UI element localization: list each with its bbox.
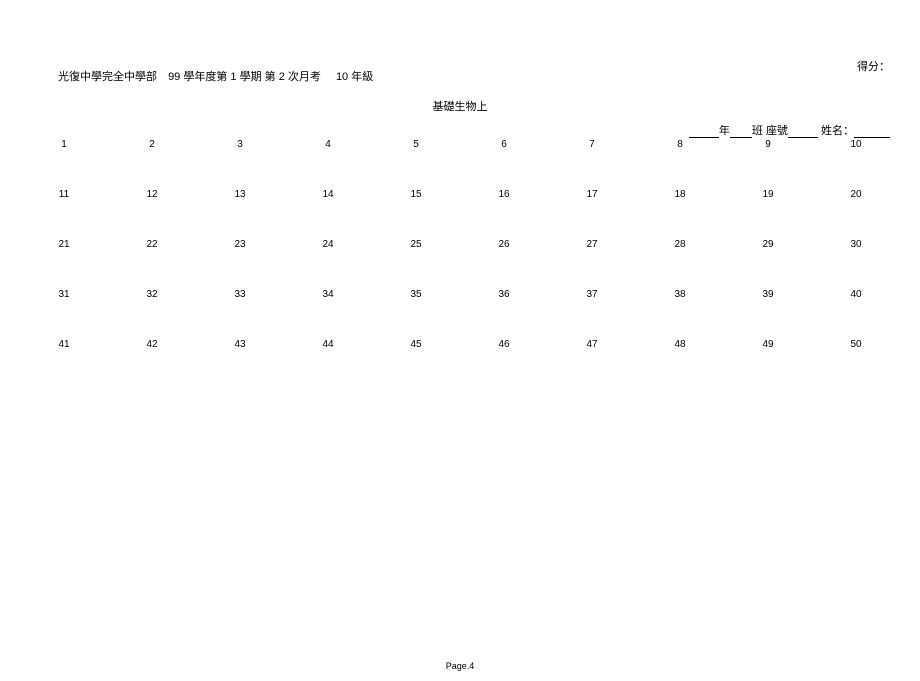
score-label: 得分：: [857, 58, 890, 74]
grid-cell: 18: [636, 189, 724, 200]
grid-cell: 4: [284, 139, 372, 150]
grid-cell: 36: [460, 289, 548, 300]
grid-cell: 24: [284, 239, 372, 250]
grid-cell: 37: [548, 289, 636, 300]
grid-cell: 27: [548, 239, 636, 250]
grid-cell: 48: [636, 339, 724, 350]
grid-cell: 46: [460, 339, 548, 350]
grid-row: 11 12 13 14 15 16 17 18 19 20: [20, 185, 900, 235]
grid-cell: 33: [196, 289, 284, 300]
grid-cell: 35: [372, 289, 460, 300]
grid-cell: 2: [108, 139, 196, 150]
grid-cell: 22: [108, 239, 196, 250]
grid-cell: 39: [724, 289, 812, 300]
grid-cell: 26: [460, 239, 548, 250]
grid-cell: 42: [108, 339, 196, 350]
grid-cell: 19: [724, 189, 812, 200]
subject-title: 基礎生物上: [0, 98, 920, 114]
grid-cell: 32: [108, 289, 196, 300]
grid-row: 21 22 23 24 25 26 27 28 29 30: [20, 235, 900, 285]
grid-cell: 17: [548, 189, 636, 200]
grid-cell: 10: [812, 139, 900, 150]
grid-cell: 15: [372, 189, 460, 200]
grid-cell: 45: [372, 339, 460, 350]
grid-cell: 49: [724, 339, 812, 350]
grid-cell: 13: [196, 189, 284, 200]
grid-row: 31 32 33 34 35 36 37 38 39 40: [20, 285, 900, 335]
grid-cell: 16: [460, 189, 548, 200]
grid-cell: 34: [284, 289, 372, 300]
year-term-text: 99 學年度第 1 學期 第 2 次月考: [168, 71, 321, 83]
exam-header: 光復中學完全中學部 99 學年度第 1 學期 第 2 次月考 10 年級: [58, 68, 373, 84]
grid-cell: 1: [20, 139, 108, 150]
grid-cell: 21: [20, 239, 108, 250]
grid-cell: 20: [812, 189, 900, 200]
grid-cell: 40: [812, 289, 900, 300]
grid-cell: 41: [20, 339, 108, 350]
grid-cell: 9: [724, 139, 812, 150]
grid-cell: 5: [372, 139, 460, 150]
grid-cell: 50: [812, 339, 900, 350]
grid-cell: 30: [812, 239, 900, 250]
grid-cell: 6: [460, 139, 548, 150]
grid-cell: 7: [548, 139, 636, 150]
grid-cell: 12: [108, 189, 196, 200]
grid-cell: 38: [636, 289, 724, 300]
grid-cell: 8: [636, 139, 724, 150]
grid-cell: 31: [20, 289, 108, 300]
grade-text: 10 年級: [336, 71, 373, 83]
grid-cell: 14: [284, 189, 372, 200]
grid-cell: 43: [196, 339, 284, 350]
grid-cell: 44: [284, 339, 372, 350]
grid-cell: 25: [372, 239, 460, 250]
grid-cell: 3: [196, 139, 284, 150]
page-number: Page.4: [0, 661, 920, 671]
grid-cell: 29: [724, 239, 812, 250]
grid-cell: 11: [20, 189, 108, 200]
school-name: 光復中學完全中學部: [58, 71, 157, 83]
grid-cell: 28: [636, 239, 724, 250]
answer-grid: 1 2 3 4 5 6 7 8 9 10 11 12 13 14 15 16 1…: [20, 135, 900, 385]
grid-cell: 47: [548, 339, 636, 350]
grid-row: 41 42 43 44 45 46 47 48 49 50: [20, 335, 900, 385]
grid-cell: 23: [196, 239, 284, 250]
grid-row: 1 2 3 4 5 6 7 8 9 10: [20, 135, 900, 185]
